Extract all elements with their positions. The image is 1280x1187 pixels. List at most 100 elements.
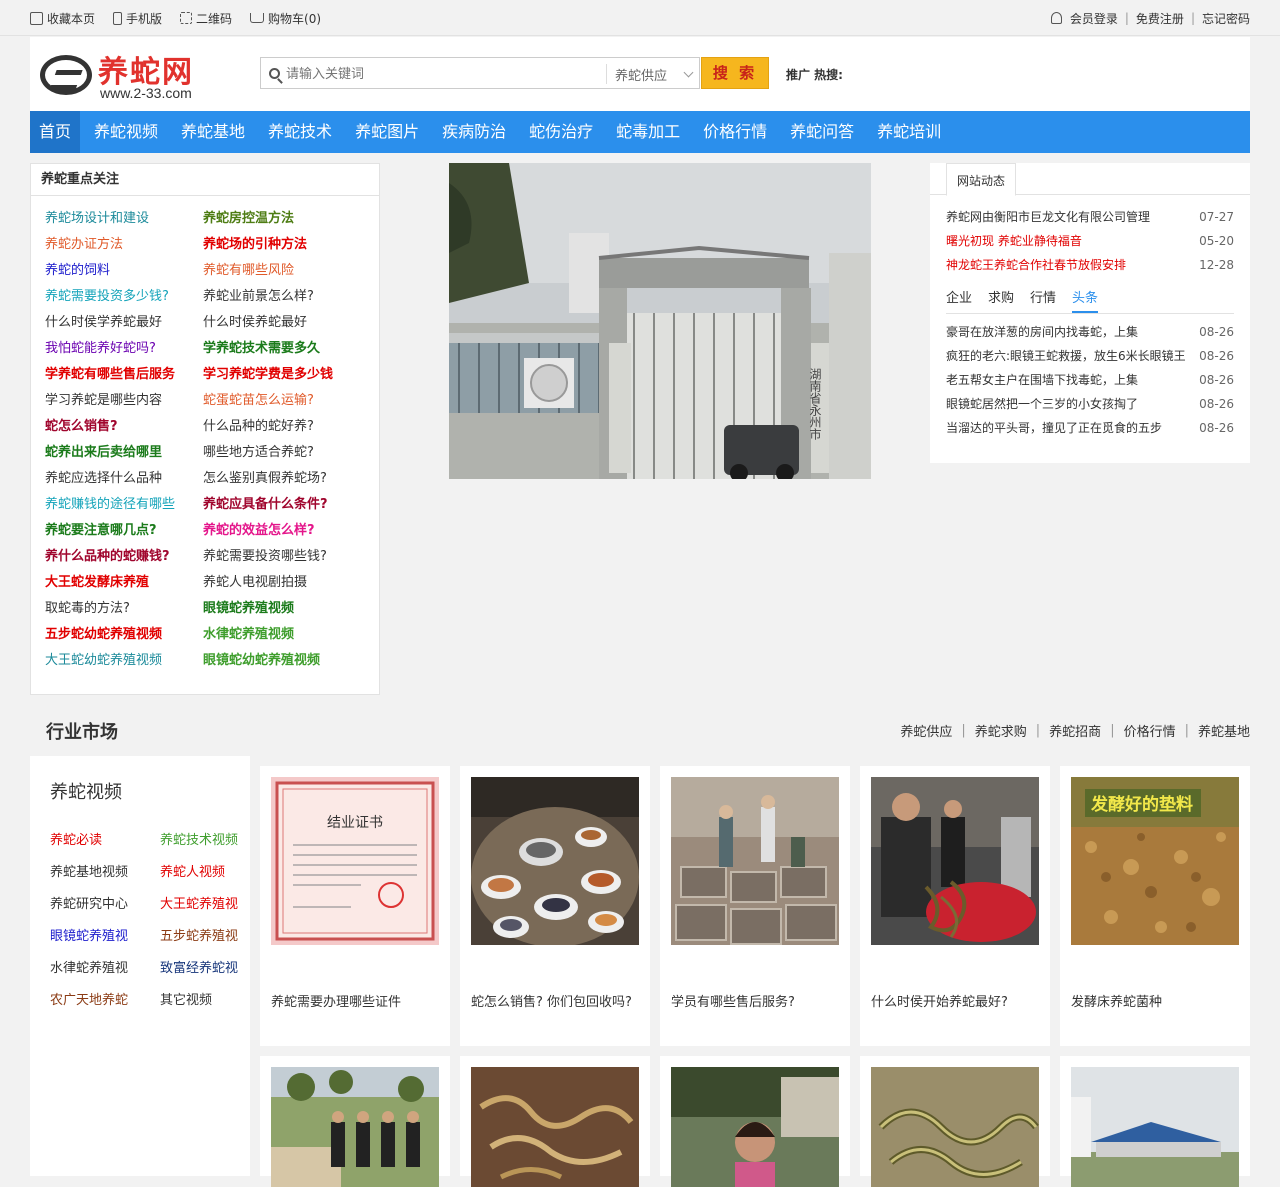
focus-link[interactable]: 养蛇的效益怎么样? (203, 518, 361, 544)
cart-link[interactable]: 购物车(0) (250, 10, 321, 27)
focus-link[interactable]: 养蛇的饲料 (45, 258, 203, 284)
card-woman-snake[interactable] (660, 1056, 850, 1187)
card-certificate[interactable]: 结业证书 养蛇需要办理哪些证件 (260, 766, 450, 1046)
news-row[interactable]: 曙光初现 养蛇业静待福音 05-20 (930, 229, 1250, 253)
nav-prices[interactable]: 价格行情 (694, 111, 776, 153)
nav-training[interactable]: 养蛇培训 (868, 111, 950, 153)
focus-link[interactable]: 水律蛇养殖视频 (203, 622, 361, 648)
market-link[interactable]: 养蛇供应 (900, 721, 952, 740)
video-category-link[interactable]: 养蛇基地视频 (50, 857, 160, 889)
headline-title[interactable]: 疯狂的老六:眼镜王蛇救援，放生6米长眼镜王 (946, 344, 1186, 368)
nav-bite-treatment[interactable]: 蛇伤治疗 (520, 111, 602, 153)
nav-snake-video[interactable]: 养蛇视频 (85, 111, 167, 153)
news-tab[interactable]: 行情 (1030, 285, 1056, 313)
focus-link[interactable]: 养什么品种的蛇赚钱? (45, 544, 203, 570)
market-link[interactable]: 养蛇基地 (1198, 721, 1250, 740)
nav-snake-base[interactable]: 养蛇基地 (172, 111, 254, 153)
card-after-sales[interactable]: 学员有哪些售后服务? (660, 766, 850, 1046)
focus-link[interactable]: 学习养蛇学费是多少钱 (203, 362, 361, 388)
featured-photo[interactable]: 湖南省永州市 (449, 163, 871, 479)
focus-link[interactable]: 养蛇应具备什么条件? (203, 492, 361, 518)
focus-link[interactable]: 养蛇赚钱的途径有哪些 (45, 492, 203, 518)
focus-link[interactable]: 学养蛇有哪些售后服务 (45, 362, 203, 388)
video-category-link[interactable]: 农广天地养蛇 (50, 985, 160, 1017)
market-link[interactable]: 养蛇求购 (975, 721, 1027, 740)
news-title[interactable]: 曙光初现 养蛇业静待福音 (946, 229, 1082, 253)
focus-link[interactable]: 我怕蛇能养好蛇吗? (45, 336, 203, 362)
card-snake-pile[interactable] (860, 1056, 1050, 1187)
mobile-link[interactable]: 手机版 (113, 10, 162, 27)
focus-link[interactable]: 养蛇要注意哪几点? (45, 518, 203, 544)
focus-link[interactable]: 五步蛇幼蛇养殖视频 (45, 622, 203, 648)
focus-link[interactable]: 养蛇人电视剧拍摄 (203, 570, 361, 596)
search-input[interactable] (286, 59, 606, 87)
nav-home[interactable]: 首页 (30, 111, 81, 153)
tab-site-news[interactable]: 网站动态 (946, 163, 1017, 196)
video-category-link[interactable]: 眼镜蛇养殖视 (50, 921, 160, 953)
video-category-link[interactable]: 其它视频 (160, 985, 270, 1017)
news-row[interactable]: 神龙蛇王养蛇合作社春节放假安排 12-28 (930, 253, 1250, 277)
focus-link[interactable]: 养蛇房控温方法 (203, 206, 361, 232)
focus-link[interactable]: 什么时侯学养蛇最好 (45, 310, 203, 336)
site-logo[interactable]: 养蛇网 www.2-33.com (40, 47, 220, 103)
search-category-select[interactable]: 养蛇供应 (606, 64, 702, 84)
bookmark-link[interactable]: 收藏本页 (30, 10, 95, 27)
nav-venom-processing[interactable]: 蛇毒加工 (607, 111, 689, 153)
headline-row[interactable]: 老五帮女主户在围墙下找毒蛇，上集 08-26 (930, 368, 1250, 392)
news-tab[interactable]: 企业 (946, 285, 972, 313)
focus-link[interactable]: 蛇养出来后卖给哪里 (45, 440, 203, 466)
news-tab[interactable]: 头条 (1072, 285, 1099, 313)
focus-link[interactable]: 大王蛇发酵床养殖 (45, 570, 203, 596)
focus-link[interactable]: 蛇蛋蛇苗怎么运输? (203, 388, 361, 414)
focus-link[interactable]: 养蛇需要投资多少钱? (45, 284, 203, 310)
market-link[interactable]: 养蛇招商 (1049, 721, 1101, 740)
qrcode-link[interactable]: 二维码 (180, 10, 232, 27)
card-fermented-bed[interactable]: 发酵好的垫料 发酵床养蛇菌种 (1060, 766, 1250, 1046)
focus-link[interactable]: 养蛇需要投资哪些钱? (203, 544, 361, 570)
focus-link[interactable]: 什么品种的蛇好养? (203, 414, 361, 440)
card-group-photo[interactable] (260, 1056, 450, 1187)
headline-row[interactable]: 眼镜蛇居然把一个三岁的小女孩掏了 08-26 (930, 392, 1250, 416)
nav-snake-tech[interactable]: 养蛇技术 (259, 111, 341, 153)
login-link[interactable]: 会员登录 (1070, 10, 1118, 27)
focus-link[interactable]: 学养蛇技术需要多久 (203, 336, 361, 362)
focus-link[interactable]: 养蛇有哪些风险 (203, 258, 361, 284)
headline-row[interactable]: 豪哥在放洋葱的房间内找毒蛇，上集 08-26 (930, 320, 1250, 344)
focus-link[interactable]: 什么时侯养蛇最好 (203, 310, 361, 336)
news-title[interactable]: 养蛇网由衡阳市巨龙文化有限公司管理 (946, 205, 1150, 229)
video-category-link[interactable]: 养蛇研究中心 (50, 889, 160, 921)
card-sales[interactable]: 蛇怎么销售? 你们包回收吗? (460, 766, 650, 1046)
focus-link[interactable]: 蛇怎么销售? (45, 414, 203, 440)
register-link[interactable]: 免费注册 (1136, 10, 1184, 27)
focus-link[interactable]: 学习养蛇是哪些内容 (45, 388, 203, 414)
news-row[interactable]: 养蛇网由衡阳市巨龙文化有限公司管理 07-27 (930, 205, 1250, 229)
video-category-link[interactable]: 养蛇必读 (50, 825, 160, 857)
focus-link[interactable]: 养蛇场的引种方法 (203, 232, 361, 258)
headline-row[interactable]: 疯狂的老六:眼镜王蛇救援，放生6米长眼镜王 08-26 (930, 344, 1250, 368)
news-tab[interactable]: 求购 (988, 285, 1014, 313)
focus-link[interactable]: 眼镜蛇幼蛇养殖视频 (203, 648, 361, 674)
market-link[interactable]: 价格行情 (1124, 721, 1176, 740)
focus-link[interactable]: 怎么鉴别真假养蛇场? (203, 466, 361, 492)
nav-disease[interactable]: 疾病防治 (433, 111, 515, 153)
news-title[interactable]: 神龙蛇王养蛇合作社春节放假安排 (946, 253, 1126, 277)
card-best-time[interactable]: 什么时侯开始养蛇最好? (860, 766, 1050, 1046)
focus-link[interactable]: 养蛇应选择什么品种 (45, 466, 203, 492)
focus-link[interactable]: 哪些地方适合养蛇? (203, 440, 361, 466)
video-category-link[interactable]: 大王蛇养殖视 (160, 889, 270, 921)
headline-title[interactable]: 当溜达的平头哥，撞见了正在觅食的五步 (946, 416, 1162, 440)
video-category-link[interactable]: 养蛇技术视频 (160, 825, 270, 857)
search-button[interactable]: 搜 索 (701, 57, 769, 89)
nav-qa[interactable]: 养蛇问答 (781, 111, 863, 153)
video-category-link[interactable]: 水律蛇养殖视 (50, 953, 160, 985)
headline-title[interactable]: 眼镜蛇居然把一个三岁的小女孩掏了 (946, 392, 1138, 416)
focus-link[interactable]: 大王蛇幼蛇养殖视频 (45, 648, 203, 674)
forgot-password-link[interactable]: 忘记密码 (1202, 10, 1250, 27)
headline-title[interactable]: 老五帮女主户在围墙下找毒蛇，上集 (946, 368, 1138, 392)
focus-link[interactable]: 养蛇场设计和建设 (45, 206, 203, 232)
focus-link[interactable]: 取蛇毒的方法? (45, 596, 203, 622)
card-farm-building[interactable] (1060, 1056, 1250, 1187)
headline-row[interactable]: 当溜达的平头哥，撞见了正在觅食的五步 08-26 (930, 416, 1250, 440)
video-category-link[interactable]: 养蛇人视频 (160, 857, 270, 889)
video-category-link[interactable]: 五步蛇养殖视 (160, 921, 270, 953)
